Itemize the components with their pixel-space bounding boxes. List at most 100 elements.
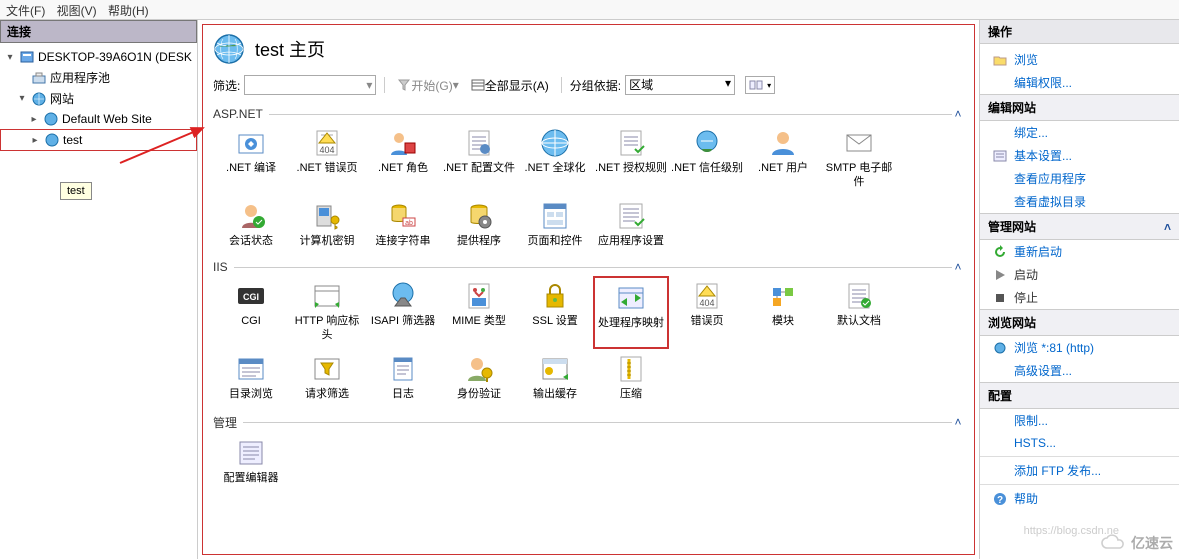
menu-help[interactable]: 帮助(H) bbox=[108, 4, 149, 18]
tree-apppools[interactable]: 应用程序池 bbox=[0, 67, 197, 88]
feature-mime-types[interactable]: MIME 类型 bbox=[441, 276, 517, 349]
feature-net-users[interactable]: .NET 用户 bbox=[745, 123, 821, 196]
feature-label: CGI bbox=[215, 315, 287, 329]
chevron-up-icon[interactable]: ˄ bbox=[1164, 220, 1171, 234]
tree-expand-icon[interactable]: ▸ bbox=[29, 135, 41, 146]
svg-text:CGI: CGI bbox=[243, 292, 259, 302]
feature-machine-key[interactable]: 计算机密钥 bbox=[289, 196, 365, 255]
modules-icon bbox=[767, 280, 799, 312]
feature-label: .NET 用户 bbox=[747, 162, 819, 176]
feature-directory-browsing[interactable]: 目录浏览 bbox=[213, 349, 289, 408]
group-aspnet-header[interactable]: ASP.NET˄ bbox=[213, 107, 964, 121]
tree-test-site[interactable]: ▸ test bbox=[0, 129, 197, 151]
default-document-icon bbox=[843, 280, 875, 312]
section-config: 配置 bbox=[980, 382, 1179, 409]
feature-output-caching[interactable]: 输出缓存 bbox=[517, 349, 593, 408]
group-management-header[interactable]: 管理˄ bbox=[213, 414, 964, 431]
feature-smtp-email[interactable]: SMTP 电子邮件 bbox=[821, 123, 897, 196]
feature-session-state[interactable]: 会话状态 bbox=[213, 196, 289, 255]
feature-net-trust[interactable]: .NET 信任级别 bbox=[669, 123, 745, 196]
feature-label: .NET 配置文件 bbox=[443, 162, 515, 176]
filter-go-button[interactable]: 开始(G) ▾ bbox=[393, 77, 462, 94]
action-edit-permissions[interactable]: 编辑权限... bbox=[980, 71, 1179, 94]
filter-showall-button[interactable]: 全部显示(A) bbox=[467, 77, 553, 94]
action-bindings[interactable]: 绑定... bbox=[980, 121, 1179, 144]
server-icon bbox=[19, 49, 35, 65]
view-toggle[interactable]: ▾ bbox=[745, 76, 775, 94]
filter-bar: 筛选: ▾ 开始(G) ▾ 全部显示(A) 分组依据: 区域▾ ▾ bbox=[203, 73, 974, 101]
feature-modules[interactable]: 模块 bbox=[745, 276, 821, 349]
feature-http-response-headers[interactable]: HTTP 响应标头 bbox=[289, 276, 365, 349]
feature-providers[interactable]: 提供程序 bbox=[441, 196, 517, 255]
feature-net-profiles[interactable]: .NET 配置文件 bbox=[441, 123, 517, 196]
feature-label: 连接字符串 bbox=[367, 235, 439, 249]
feature-label: .NET 错误页 bbox=[291, 162, 363, 176]
action-browse[interactable]: 浏览 bbox=[980, 48, 1179, 71]
feature-error-pages[interactable]: 404错误页 bbox=[669, 276, 745, 349]
action-hsts[interactable]: HSTS... bbox=[980, 432, 1179, 454]
smtp-email-icon bbox=[843, 127, 875, 159]
net-users-icon bbox=[767, 127, 799, 159]
feature-net-compile[interactable]: .NET 编译 bbox=[213, 123, 289, 196]
chevron-up-icon[interactable]: ˄ bbox=[952, 260, 964, 274]
feature-label: .NET 编译 bbox=[215, 162, 287, 176]
feature-label: .NET 全球化 bbox=[519, 162, 591, 176]
feature-label: 错误页 bbox=[671, 315, 743, 329]
chevron-up-icon[interactable]: ˄ bbox=[952, 415, 964, 429]
feature-connection-strings[interactable]: ab连接字符串 bbox=[365, 196, 441, 255]
feature-default-document[interactable]: 默认文档 bbox=[821, 276, 897, 349]
feature-label: 配置编辑器 bbox=[215, 472, 287, 486]
tree-default-site[interactable]: ▸ Default Web Site bbox=[0, 109, 197, 129]
group-iis-header[interactable]: IIS˄ bbox=[213, 260, 964, 274]
feature-authentication[interactable]: 身份验证 bbox=[441, 349, 517, 408]
action-basic-settings[interactable]: 基本设置... bbox=[980, 144, 1179, 167]
feature-logging[interactable]: 日志 bbox=[365, 349, 441, 408]
chevron-up-icon[interactable]: ˄ bbox=[952, 107, 964, 121]
section-edit-site: 编辑网站 bbox=[980, 94, 1179, 121]
feature-config-editor[interactable]: 配置编辑器 bbox=[213, 433, 289, 492]
action-help[interactable]: ?帮助 bbox=[980, 487, 1179, 510]
feature-net-roles[interactable]: .NET 角色 bbox=[365, 123, 441, 196]
feature-isapi-filters[interactable]: ISAPI 筛选器 bbox=[365, 276, 441, 349]
action-stop[interactable]: 停止 bbox=[980, 286, 1179, 309]
action-browse-81[interactable]: 浏览 *:81 (http) bbox=[980, 336, 1179, 359]
feature-cgi[interactable]: CGI CGI bbox=[213, 276, 289, 349]
action-advanced-settings[interactable]: 高级设置... bbox=[980, 359, 1179, 382]
action-restart[interactable]: 重新启动 bbox=[980, 240, 1179, 263]
filter-input[interactable] bbox=[244, 75, 376, 95]
feature-compression[interactable]: 压缩 bbox=[593, 349, 669, 408]
providers-icon bbox=[463, 200, 495, 232]
feature-pages-controls[interactable]: 页面和控件 bbox=[517, 196, 593, 255]
feature-net-globalization[interactable]: .NET 全球化 bbox=[517, 123, 593, 196]
cloud-icon bbox=[1099, 534, 1127, 552]
tree-sites[interactable]: ▾ 网站 bbox=[0, 88, 197, 109]
groupby-select[interactable]: 区域▾ bbox=[625, 75, 735, 95]
feature-label: 目录浏览 bbox=[215, 388, 287, 402]
feature-net-authorization[interactable]: .NET 授权规则 bbox=[593, 123, 669, 196]
action-view-apps[interactable]: 查看应用程序 bbox=[980, 167, 1179, 190]
feature-ssl-settings[interactable]: SSL 设置 bbox=[517, 276, 593, 349]
tree-expand-icon[interactable]: ▸ bbox=[28, 114, 40, 125]
tree-root-machine[interactable]: ▾ DESKTOP-39A6O1N (DESK bbox=[0, 47, 197, 67]
site-icon bbox=[213, 33, 245, 65]
feature-app-settings[interactable]: 应用程序设置 bbox=[593, 196, 669, 255]
tree-expand-icon[interactable]: ▾ bbox=[4, 52, 16, 63]
feature-label: SMTP 电子邮件 bbox=[823, 162, 895, 190]
feature-request-filtering[interactable]: 请求筛选 bbox=[289, 349, 365, 408]
connections-header: 连接 bbox=[0, 20, 197, 43]
showall-icon bbox=[471, 78, 485, 92]
menu-file[interactable]: 文件(F) bbox=[6, 4, 45, 18]
filter-dropdown[interactable]: ▾ bbox=[362, 78, 376, 92]
feature-net-error-pages[interactable]: 404.NET 错误页 bbox=[289, 123, 365, 196]
action-start[interactable]: 启动 bbox=[980, 263, 1179, 286]
action-view-vdirs[interactable]: 查看虚拟目录 bbox=[980, 190, 1179, 213]
tree-expand-icon[interactable]: ▾ bbox=[16, 93, 28, 104]
feature-label: ISAPI 筛选器 bbox=[367, 315, 439, 329]
feature-handler-mappings[interactable]: 处理程序映射 bbox=[593, 276, 669, 349]
action-add-ftp[interactable]: 添加 FTP 发布... bbox=[980, 459, 1179, 482]
machine-key-icon bbox=[311, 200, 343, 232]
action-limits[interactable]: 限制... bbox=[980, 409, 1179, 432]
actions-panel: 操作 浏览 编辑权限... 编辑网站 绑定... 基本设置... 查看应用程序 … bbox=[979, 20, 1179, 559]
menu-view[interactable]: 视图(V) bbox=[57, 4, 97, 18]
ssl-settings-icon bbox=[539, 280, 571, 312]
